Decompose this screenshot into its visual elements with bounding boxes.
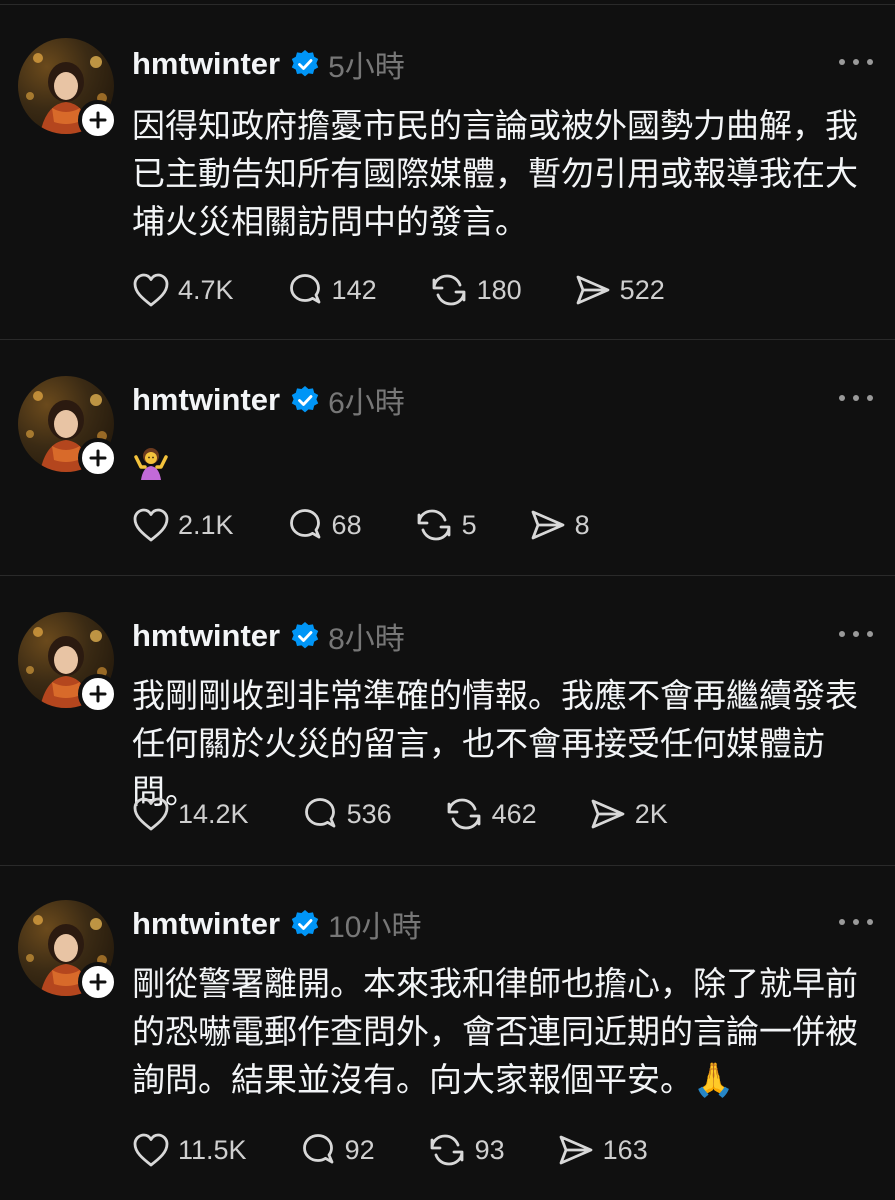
share-button[interactable]: 2K [589,796,668,832]
username[interactable]: hmtwinter [132,46,280,82]
comment-icon [289,509,320,539]
share-button[interactable]: 8 [529,507,590,543]
repost-icon [432,274,466,306]
action-bar: 2.1K 68 5 8 [132,505,642,545]
post-text [132,436,882,484]
send-icon [531,510,565,540]
username[interactable]: hmtwinter [132,382,280,418]
comment-icon [302,1134,333,1164]
username[interactable]: hmtwinter [132,906,280,942]
post-0[interactable]: hmtwinter 5小時 因得知政府擔憂市民的言論或被外國勢力曲解，我已主動告… [0,0,895,340]
plus-icon [89,449,107,467]
verified-badge-icon [290,385,320,415]
avatar-container [18,38,118,140]
username[interactable]: hmtwinter [132,618,280,654]
follow-button[interactable] [78,962,118,1002]
send-icon [559,1135,593,1165]
post-header: hmtwinter 10小時 [132,904,422,944]
share-count: 163 [602,1134,648,1165]
repost-button[interactable]: 180 [429,272,522,308]
heart-icon [133,797,169,831]
share-count: 522 [619,274,665,305]
like-count: 4.7K [178,274,234,305]
like-count: 14.2K [178,798,249,829]
post-header: hmtwinter 6小時 [132,380,405,420]
timestamp: 10小時 [328,911,422,944]
plus-icon [89,685,107,703]
repost-count: 180 [476,274,522,305]
repost-button[interactable]: 93 [427,1132,505,1168]
heart-icon [133,508,169,542]
plus-icon [89,111,107,129]
like-count: 2.1K [178,509,234,540]
action-bar: 4.7K 142 180 522 [132,270,717,310]
post-2[interactable]: hmtwinter 8小時 我剛剛收到非常準確的情報。我應不會再繼續發表任何關於… [0,576,895,866]
comment-button[interactable]: 142 [286,272,377,308]
follow-button[interactable] [78,100,118,140]
share-button[interactable]: 522 [574,272,665,308]
post-text: 因得知政府擔憂市民的言論或被外國勢力曲解，我已主動告知所有國際媒體，暫勿引用或報… [132,106,858,241]
comment-button[interactable]: 92 [299,1132,375,1168]
more-options-icon[interactable] [839,50,873,74]
verified-badge-icon [290,49,320,79]
plus-icon [89,973,107,991]
heart-icon [133,1133,169,1167]
follow-button[interactable] [78,674,118,714]
repost-button[interactable]: 462 [444,796,537,832]
like-button[interactable]: 11.5K [132,1132,247,1168]
avatar-container [18,612,118,714]
comment-count: 536 [346,798,392,829]
more-options-icon[interactable] [839,386,873,410]
action-bar: 14.2K 536 462 2K [132,794,720,834]
send-icon [591,799,625,829]
comment-count: 92 [344,1134,375,1165]
like-count: 11.5K [178,1134,247,1165]
post-3[interactable]: hmtwinter 10小時 剛從警署離開。本來我和律師也擔心，除了就早前的恐嚇… [0,866,895,1200]
timestamp: 5小時 [328,51,405,84]
timestamp: 8小時 [328,623,405,656]
post-header: hmtwinter 8小時 [132,616,405,656]
more-options-icon[interactable] [839,622,873,646]
repost-count: 462 [491,798,537,829]
heart-icon [133,273,169,307]
comment-icon [289,274,320,304]
repost-icon [417,509,450,541]
repost-icon [430,1134,464,1166]
like-button[interactable]: 14.2K [132,796,249,832]
share-count: 8 [574,509,590,540]
avatar-container [18,376,118,478]
verified-badge-icon [290,621,320,651]
follow-button[interactable] [78,438,118,478]
repost-icon [447,798,481,830]
repost-button[interactable]: 5 [414,507,477,543]
comment-button[interactable]: 68 [286,507,362,543]
share-count: 2K [634,798,668,829]
comment-icon [304,798,335,828]
comment-button[interactable]: 536 [301,796,392,832]
comment-count: 68 [331,509,362,540]
verified-badge-icon [290,909,320,939]
action-bar: 11.5K 92 93 163 [132,1130,700,1170]
repost-count: 93 [474,1134,505,1165]
timestamp: 6小時 [328,387,405,420]
person-shrugging-emoji [134,447,168,480]
share-button[interactable]: 163 [557,1132,648,1168]
post-header: hmtwinter 5小時 [132,44,405,84]
repost-count: 5 [461,509,477,540]
avatar-container [18,900,118,1002]
post-1[interactable]: hmtwinter 6小時 2.1K 68 5 8 [0,340,895,576]
post-text: 剛從警署離開。本來我和律師也擔心，除了就早前的恐嚇電郵作查問外，會否連同近期的言… [132,964,858,1099]
send-icon [576,275,610,305]
more-options-icon[interactable] [839,910,873,934]
comment-count: 142 [331,274,377,305]
like-button[interactable]: 4.7K [132,272,234,308]
like-button[interactable]: 2.1K [132,507,234,543]
